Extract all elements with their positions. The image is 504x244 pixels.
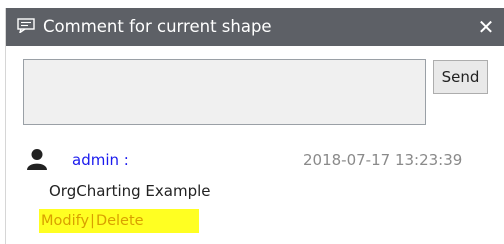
delete-link[interactable]: Delete (96, 213, 144, 229)
comment-text: OrgCharting Example (49, 182, 211, 200)
comment-actions: Modify|Delete (39, 209, 199, 233)
comment-bubble-icon (17, 18, 35, 35)
send-button[interactable]: Send (433, 60, 488, 94)
comment-timestamp: 2018-07-17 13:23:39 (303, 151, 463, 169)
comment-input[interactable] (23, 59, 426, 125)
user-icon (26, 148, 48, 170)
comment-item: admin : 2018-07-17 13:23:39 OrgCharting … (6, 138, 504, 238)
window-title: Comment for current shape (43, 17, 272, 36)
close-button[interactable]: ✕ (475, 15, 497, 39)
comment-author[interactable]: admin : (72, 150, 129, 170)
title-bar: Comment for current shape ✕ (6, 8, 504, 46)
modify-link[interactable]: Modify (41, 213, 89, 229)
action-separator: | (90, 213, 95, 229)
comment-panel: Comment for current shape ✕ Send admin :… (5, 8, 504, 244)
